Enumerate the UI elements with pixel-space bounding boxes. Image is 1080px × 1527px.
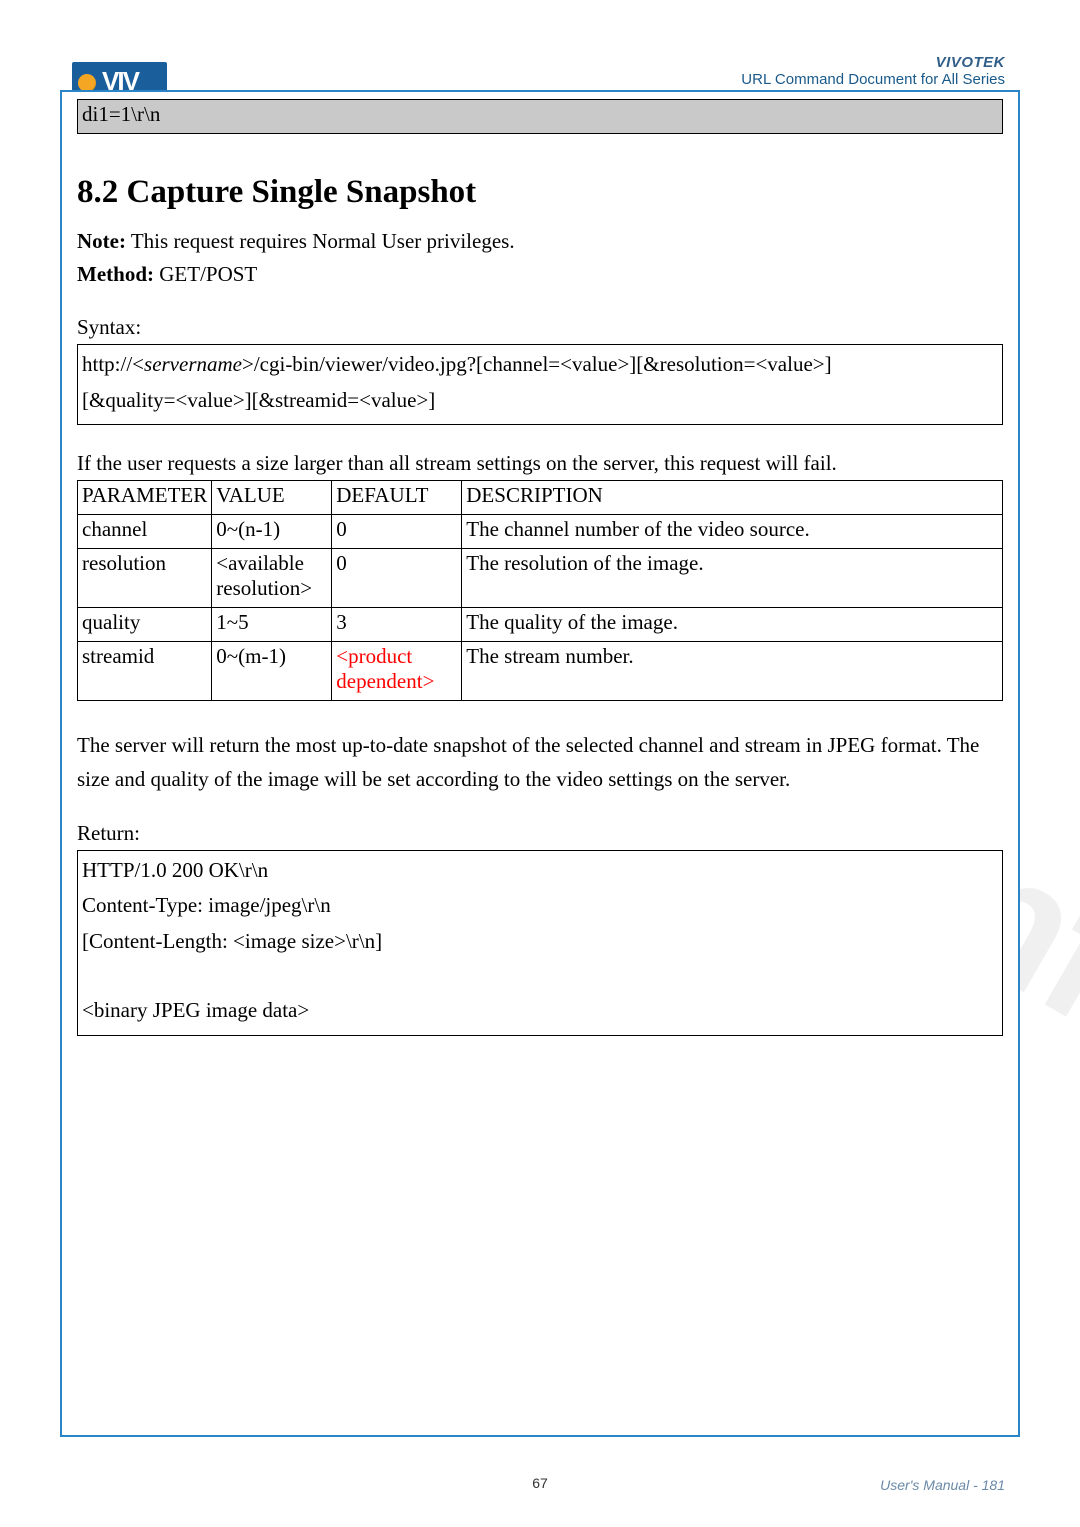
cell-description: The quality of the image. — [462, 608, 1003, 642]
page-header: VIV VIVOTEK URL Command Document for All… — [0, 26, 1080, 86]
cell-value: 0~(m-1) — [212, 642, 332, 701]
brand-name: VIVOTEK — [741, 54, 1005, 71]
page-content: di1=1\r\n 8.2 Capture Single Snapshot No… — [62, 99, 1018, 1036]
footer-manual-label: User's Manual - — [880, 1477, 981, 1493]
syntax-line-2: [&quality=<value>][&streamid=<value>] — [82, 383, 998, 419]
th-description: DESCRIPTION — [462, 481, 1003, 515]
parameters-table: PARAMETER VALUE DEFAULT DESCRIPTION chan… — [77, 480, 1003, 701]
cell-description: The channel number of the video source. — [462, 515, 1003, 549]
description-paragraph: The server will return the most up-to-da… — [77, 729, 1003, 796]
method-value: GET/POST — [154, 262, 257, 286]
th-value: VALUE — [212, 481, 332, 515]
table-row: streamid 0~(m-1) <product dependent> The… — [78, 642, 1003, 701]
cell-value: 0~(n-1) — [212, 515, 332, 549]
return-box: HTTP/1.0 200 OK\r\n Content-Type: image/… — [77, 850, 1003, 1036]
footer-right: User's Manual - 181 — [880, 1477, 1005, 1493]
di-status-text: di1=1\r\n — [82, 102, 160, 126]
syntax-label: Syntax: — [77, 315, 1003, 340]
table-header-row: PARAMETER VALUE DEFAULT DESCRIPTION — [78, 481, 1003, 515]
cell-default: 0 — [332, 515, 462, 549]
method-line: Method: GET/POST — [77, 262, 1003, 287]
note-line: Note: This request requires Normal User … — [77, 229, 1003, 254]
cell-value: <available resolution> — [212, 549, 332, 608]
return-line: <binary JPEG image data> — [82, 993, 998, 1029]
cell-description: The stream number. — [462, 642, 1003, 701]
table-row: quality 1~5 3 The quality of the image. — [78, 608, 1003, 642]
table-row: resolution <available resolution> 0 The … — [78, 549, 1003, 608]
section-title-text: Capture Single Snapshot — [127, 174, 477, 210]
table-row: channel 0~(n-1) 0 The channel number of … — [78, 515, 1003, 549]
servername-placeholder: servername — [144, 352, 242, 376]
return-line: [Content-Length: <image size>\r\n] — [82, 924, 998, 960]
di-status-box: di1=1\r\n — [77, 99, 1003, 134]
return-line — [82, 960, 998, 994]
cell-default: 3 — [332, 608, 462, 642]
doc-title: URL Command Document for All Series — [741, 71, 1005, 88]
cell-parameter: quality — [78, 608, 212, 642]
method-label: Method: — [77, 262, 154, 286]
cell-description: The resolution of the image. — [462, 549, 1003, 608]
section-heading: 8.2 Capture Single Snapshot — [77, 174, 1003, 211]
th-default: DEFAULT — [332, 481, 462, 515]
section-number: 8.2 — [77, 174, 118, 210]
cell-default: <product dependent> — [332, 642, 462, 701]
cell-parameter: channel — [78, 515, 212, 549]
return-line: HTTP/1.0 200 OK\r\n — [82, 853, 998, 889]
th-parameter: PARAMETER — [78, 481, 212, 515]
note-label: Note: — [77, 229, 126, 253]
fail-note: If the user requests a size larger than … — [77, 451, 1003, 476]
cell-parameter: streamid — [78, 642, 212, 701]
header-right: VIVOTEK URL Command Document for All Ser… — [741, 54, 1005, 88]
return-line: Content-Type: image/jpeg\r\n — [82, 888, 998, 924]
syntax-line-1: http://<servername>/cgi-bin/viewer/video… — [82, 347, 998, 383]
cell-value: 1~5 — [212, 608, 332, 642]
page-frame: di1=1\r\n 8.2 Capture Single Snapshot No… — [60, 90, 1020, 1437]
return-label: Return: — [77, 821, 1003, 846]
footer-manual-page: 181 — [982, 1477, 1005, 1493]
syntax-box: http://<servername>/cgi-bin/viewer/video… — [77, 344, 1003, 425]
cell-default: 0 — [332, 549, 462, 608]
cell-parameter: resolution — [78, 549, 212, 608]
note-text: This request requires Normal User privil… — [126, 229, 515, 253]
